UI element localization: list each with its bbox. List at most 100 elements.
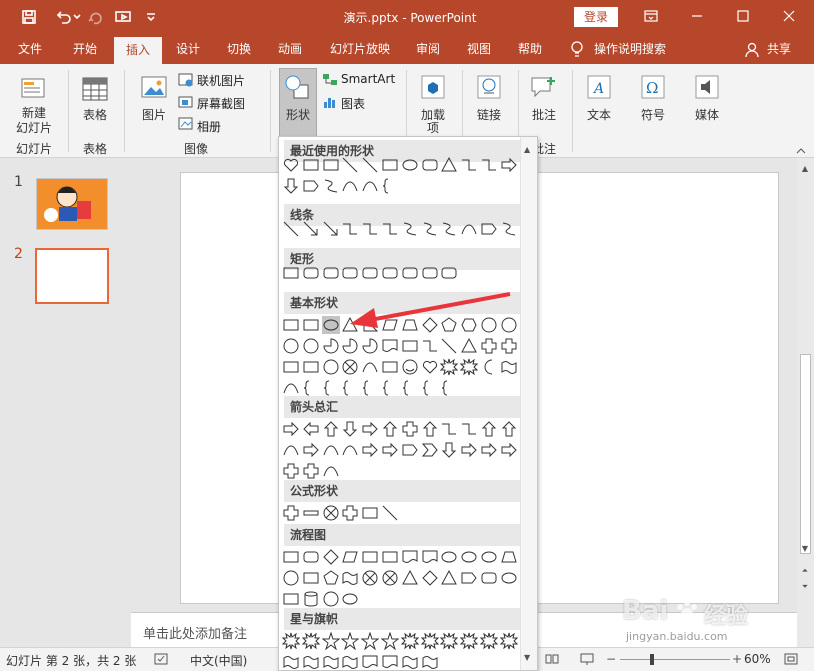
shape-option[interactable] (282, 379, 300, 397)
shape-option[interactable] (322, 264, 340, 282)
shape-option[interactable] (460, 548, 478, 566)
comment-icon[interactable] (528, 72, 560, 102)
shape-option[interactable] (440, 420, 458, 438)
save-icon[interactable] (18, 6, 40, 28)
tab-design[interactable]: 设计 (166, 36, 210, 64)
login-button[interactable]: 登录 (574, 7, 618, 27)
shape-option[interactable] (460, 358, 479, 376)
shape-option[interactable] (381, 569, 399, 587)
shape-option[interactable] (460, 569, 478, 587)
shape-option[interactable] (322, 337, 340, 355)
shape-option[interactable] (322, 504, 340, 522)
screenshot-icon[interactable] (178, 94, 194, 110)
shape-option[interactable] (302, 653, 320, 671)
shape-option[interactable] (440, 358, 459, 376)
shape-option[interactable] (361, 337, 379, 355)
zoom-slider[interactable] (620, 659, 730, 660)
shape-option[interactable] (480, 358, 498, 376)
shape-option[interactable] (341, 590, 359, 608)
shape-option[interactable] (421, 264, 439, 282)
collapse-ribbon-icon[interactable] (796, 144, 808, 154)
scroll-down-icon[interactable]: ▼ (799, 544, 811, 556)
shape-option[interactable] (401, 220, 419, 238)
shape-option[interactable] (500, 569, 518, 587)
shape-option[interactable] (302, 441, 320, 459)
redo-icon[interactable] (84, 6, 106, 28)
addins-label2[interactable]: 项 (412, 119, 454, 136)
tab-animations[interactable]: 动画 (268, 36, 312, 64)
shape-option[interactable] (282, 590, 300, 608)
shape-option[interactable] (480, 441, 498, 459)
shape-option[interactable] (500, 548, 518, 566)
shape-option[interactable] (361, 569, 379, 587)
shape-option[interactable] (480, 569, 498, 587)
shape-option[interactable] (282, 177, 300, 195)
shape-option[interactable] (421, 337, 439, 355)
tab-help[interactable]: 帮助 (508, 36, 552, 64)
shape-option[interactable] (282, 569, 300, 587)
shape-option[interactable] (401, 420, 419, 438)
shape-option[interactable] (341, 504, 359, 522)
shape-option[interactable] (440, 264, 458, 282)
scroll-down-icon[interactable]: ▼ (524, 653, 530, 662)
shape-option[interactable] (401, 358, 419, 376)
shape-option[interactable] (381, 379, 399, 397)
shape-option[interactable] (341, 156, 359, 174)
table-label[interactable]: 表格 (74, 106, 116, 123)
shape-option[interactable] (341, 177, 359, 195)
shape-option[interactable] (302, 462, 320, 480)
shape-option[interactable] (381, 358, 399, 376)
shape-option[interactable] (499, 632, 518, 650)
shape-option[interactable] (361, 653, 379, 671)
new-slide-label2[interactable]: 幻灯片 (4, 119, 64, 136)
new-slide-icon[interactable] (18, 72, 50, 106)
shape-option[interactable] (302, 264, 320, 282)
shape-option[interactable] (322, 358, 340, 376)
shape-option[interactable] (361, 220, 379, 238)
shape-option[interactable] (282, 316, 300, 334)
shape-option[interactable] (341, 420, 359, 438)
shape-option[interactable] (460, 156, 478, 174)
shape-option[interactable] (381, 156, 399, 174)
scroll-up-icon[interactable]: ▲ (799, 164, 811, 176)
shape-option[interactable] (302, 337, 320, 355)
link-icon[interactable] (474, 72, 504, 102)
shape-option[interactable] (361, 264, 379, 282)
shape-option[interactable] (421, 358, 439, 376)
shape-option[interactable] (322, 220, 340, 238)
language-status[interactable]: 中文(中国) (190, 652, 247, 669)
shape-option[interactable] (282, 462, 300, 480)
shape-option[interactable] (460, 632, 479, 650)
shape-option[interactable] (361, 632, 380, 650)
shape-option[interactable] (282, 264, 300, 282)
symbol-label[interactable]: 符号 (632, 106, 674, 123)
shape-option[interactable] (302, 548, 320, 566)
photo-album-icon[interactable] (178, 116, 194, 132)
shape-option[interactable] (480, 420, 498, 438)
shape-option[interactable] (302, 156, 320, 174)
media-icon[interactable] (692, 72, 722, 102)
shape-option[interactable] (421, 379, 439, 397)
shape-option[interactable] (302, 590, 320, 608)
shape-option[interactable] (500, 220, 518, 238)
shape-option[interactable] (381, 632, 399, 650)
shape-option[interactable] (480, 156, 498, 174)
shape-option[interactable] (480, 220, 498, 238)
shape-option[interactable] (421, 220, 439, 238)
shape-option[interactable] (421, 569, 439, 587)
previous-slide-icon[interactable]: ⏶ (799, 566, 811, 578)
shape-option[interactable] (341, 548, 359, 566)
shape-option[interactable] (420, 632, 439, 650)
shape-option[interactable] (322, 379, 340, 397)
shape-option[interactable] (440, 548, 458, 566)
shape-option[interactable] (361, 156, 379, 174)
shape-option[interactable] (440, 337, 458, 355)
tab-file[interactable]: 文件 (8, 36, 52, 64)
ribbon-display-options-icon[interactable] (628, 0, 674, 32)
shape-option[interactable] (440, 220, 458, 238)
shape-option[interactable] (301, 632, 320, 650)
spelling-icon[interactable] (154, 653, 168, 665)
online-pictures-label[interactable]: 联机图片 (197, 72, 257, 89)
shape-option[interactable] (440, 569, 458, 587)
shape-option[interactable] (401, 264, 419, 282)
